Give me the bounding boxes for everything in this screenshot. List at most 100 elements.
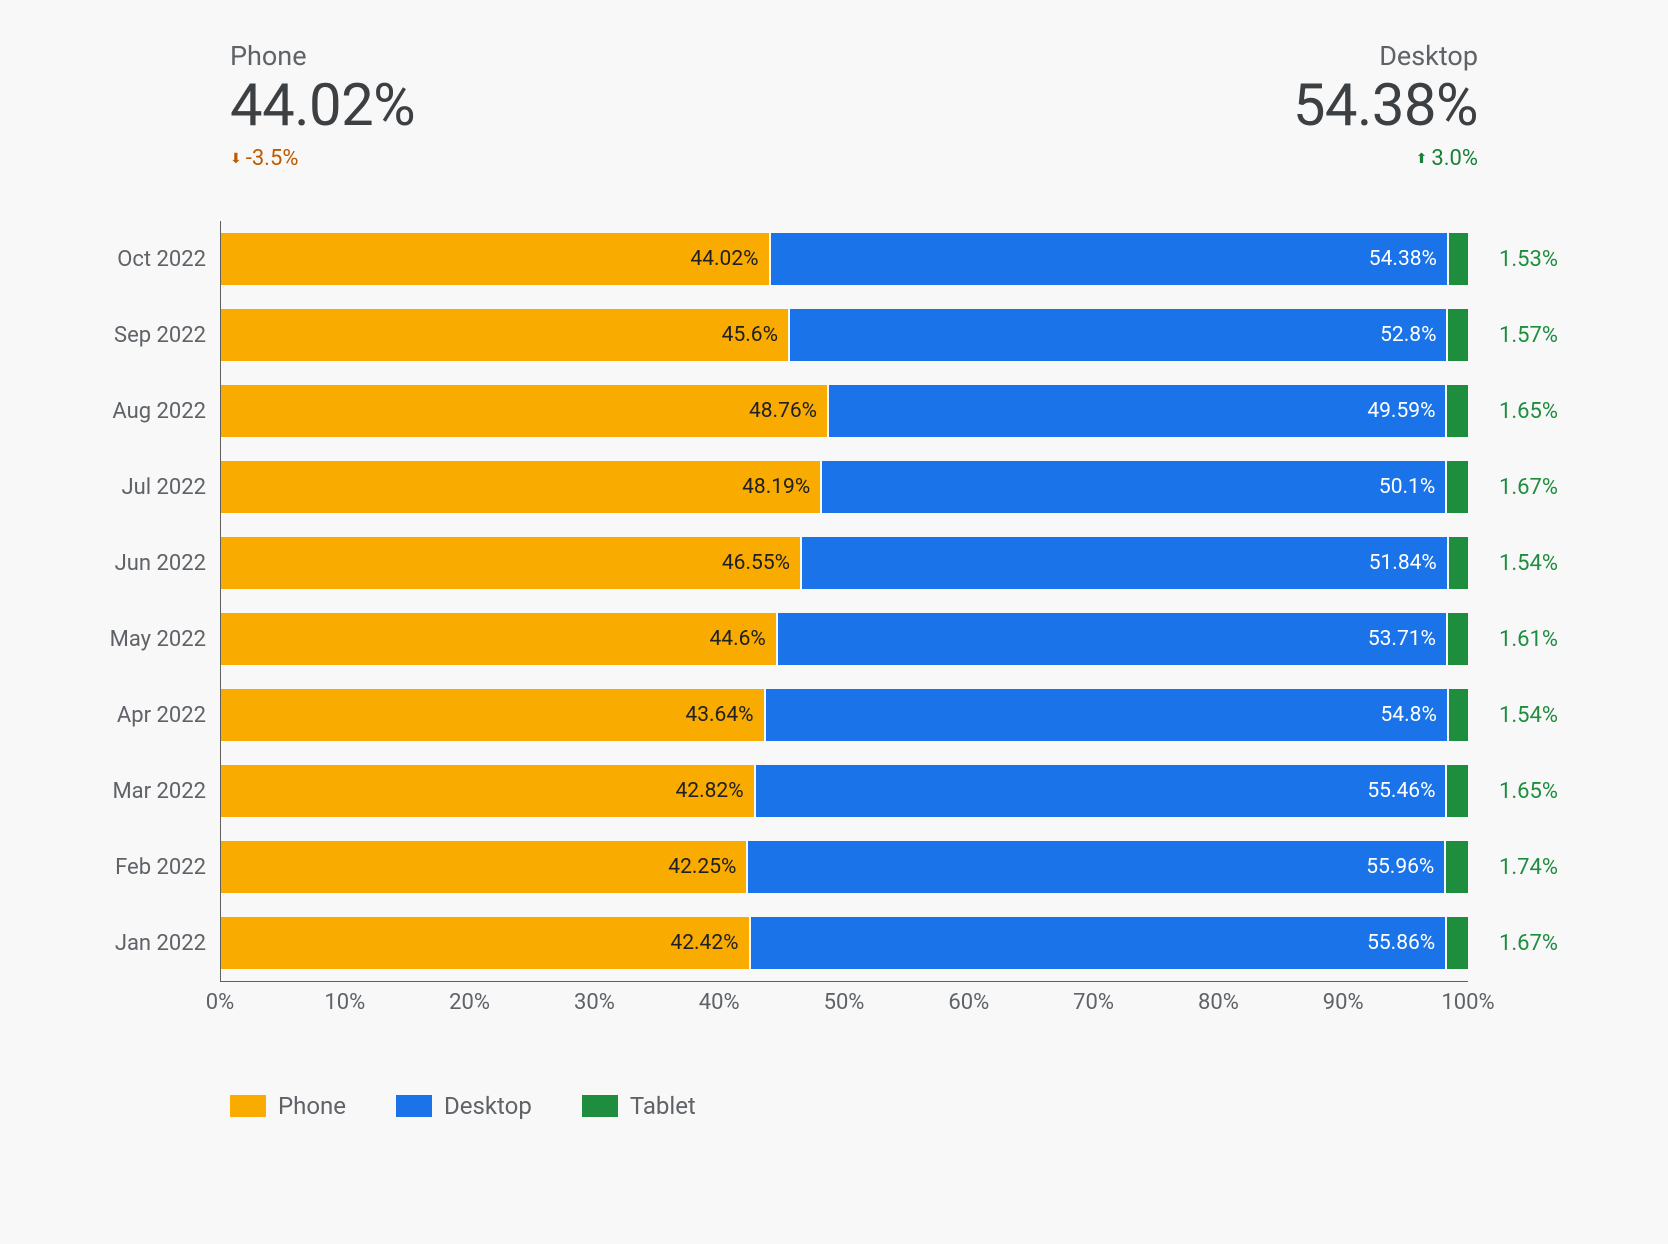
bar-seg-tablet	[1448, 613, 1468, 665]
metric-desktop-delta: ⬆ 3.0%	[1416, 146, 1478, 171]
bar-seg-desktop: 49.59%	[829, 385, 1445, 437]
row-label: Sep 2022	[71, 323, 206, 348]
metric-desktop-delta-value: 3.0%	[1431, 146, 1478, 171]
legend-desktop: Desktop	[396, 1092, 532, 1120]
tablet-value-label: 1.65%	[1478, 399, 1558, 424]
row-label: Aug 2022	[71, 399, 206, 424]
bar-seg-tablet	[1448, 309, 1468, 361]
bar-seg-desktop: 52.8%	[790, 309, 1446, 361]
tablet-value-label: 1.54%	[1478, 703, 1558, 728]
bar-row: Jul 202248.19%50.1%1.67%	[221, 449, 1468, 525]
tablet-value-label: 1.57%	[1478, 323, 1558, 348]
x-tick: 50%	[824, 990, 865, 1015]
x-tick: 20%	[449, 990, 490, 1015]
tablet-value-label: 1.61%	[1478, 627, 1558, 652]
x-axis: 0%10%20%30%40%50%60%70%80%90%100%	[220, 982, 1468, 1022]
bar-seg-phone: 42.25%	[221, 841, 746, 893]
bar-row: Jan 202242.42%55.86%1.67%	[221, 905, 1468, 981]
tablet-value-label: 1.65%	[1478, 779, 1558, 804]
swatch-tablet-icon	[582, 1095, 618, 1117]
row-label: Oct 2022	[71, 247, 206, 272]
row-label: Mar 2022	[71, 779, 206, 804]
arrow-up-icon: ⬆	[1416, 152, 1428, 166]
bar-seg-phone: 48.19%	[221, 461, 820, 513]
metric-phone-title: Phone	[230, 40, 415, 72]
bar-seg-desktop: 55.46%	[756, 765, 1446, 817]
bar-track: 48.19%50.1%	[221, 461, 1468, 513]
summary-metrics: Phone 44.02% ⬇ -3.5% Desktop 54.38% ⬆ 3.…	[40, 10, 1628, 191]
metric-phone-value: 44.02%	[230, 72, 415, 140]
bar-seg-tablet	[1447, 765, 1468, 817]
bar-seg-desktop: 51.84%	[802, 537, 1447, 589]
swatch-phone-icon	[230, 1095, 266, 1117]
stacked-bar-chart: Oct 202244.02%54.38%1.53%Sep 202245.6%52…	[40, 191, 1628, 1022]
x-tick: 80%	[1198, 990, 1239, 1015]
tablet-value-label: 1.53%	[1478, 247, 1558, 272]
bar-seg-desktop: 55.86%	[751, 917, 1446, 969]
bar-seg-phone: 42.42%	[221, 917, 749, 969]
bar-seg-phone: 48.76%	[221, 385, 827, 437]
bar-row: Apr 202243.64%54.8%1.54%	[221, 677, 1468, 753]
x-tick: 100%	[1441, 990, 1494, 1015]
x-tick: 30%	[574, 990, 615, 1015]
x-tick: 70%	[1073, 990, 1114, 1015]
x-tick: 10%	[324, 990, 365, 1015]
row-label: Apr 2022	[71, 703, 206, 728]
bar-seg-tablet	[1447, 917, 1468, 969]
legend-tablet-label: Tablet	[630, 1092, 696, 1120]
metric-phone-delta-value: -3.5%	[246, 146, 299, 171]
bar-seg-phone: 43.64%	[221, 689, 764, 741]
bar-seg-phone: 45.6%	[221, 309, 788, 361]
row-label: May 2022	[71, 627, 206, 652]
bar-seg-tablet	[1447, 385, 1468, 437]
bar-track: 44.02%54.38%	[221, 233, 1468, 285]
x-tick: 0%	[206, 990, 234, 1015]
row-label: Jun 2022	[71, 551, 206, 576]
tablet-value-label: 1.54%	[1478, 551, 1558, 576]
bar-track: 46.55%51.84%	[221, 537, 1468, 589]
metric-desktop: Desktop 54.38% ⬆ 3.0%	[1293, 40, 1478, 171]
bar-track: 43.64%54.8%	[221, 689, 1468, 741]
row-label: Jul 2022	[71, 475, 206, 500]
bar-track: 42.25%55.96%	[221, 841, 1468, 893]
metric-desktop-title: Desktop	[1379, 40, 1478, 72]
bar-seg-phone: 42.82%	[221, 765, 754, 817]
swatch-desktop-icon	[396, 1095, 432, 1117]
bar-track: 42.42%55.86%	[221, 917, 1468, 969]
bar-seg-phone: 44.6%	[221, 613, 776, 665]
bar-row: Oct 202244.02%54.38%1.53%	[221, 221, 1468, 297]
tablet-value-label: 1.67%	[1478, 475, 1558, 500]
bar-track: 45.6%52.8%	[221, 309, 1468, 361]
bar-track: 48.76%49.59%	[221, 385, 1468, 437]
bar-seg-desktop: 54.38%	[771, 233, 1447, 285]
bar-row: Sep 202245.6%52.8%1.57%	[221, 297, 1468, 373]
bar-row: Aug 202248.76%49.59%1.65%	[221, 373, 1468, 449]
bar-seg-tablet	[1449, 689, 1468, 741]
row-label: Feb 2022	[71, 855, 206, 880]
row-label: Jan 2022	[71, 931, 206, 956]
bar-seg-tablet	[1446, 841, 1468, 893]
x-tick: 90%	[1323, 990, 1364, 1015]
bar-track: 42.82%55.46%	[221, 765, 1468, 817]
bar-row: Feb 202242.25%55.96%1.74%	[221, 829, 1468, 905]
bar-row: Mar 202242.82%55.46%1.65%	[221, 753, 1468, 829]
chart-rows: Oct 202244.02%54.38%1.53%Sep 202245.6%52…	[220, 221, 1468, 982]
bar-seg-desktop: 55.96%	[748, 841, 1444, 893]
bar-seg-desktop: 50.1%	[822, 461, 1445, 513]
legend: Phone Desktop Tablet	[40, 1092, 1628, 1120]
x-tick: 40%	[699, 990, 740, 1015]
bar-seg-tablet	[1449, 537, 1468, 589]
x-tick: 60%	[948, 990, 989, 1015]
tablet-value-label: 1.67%	[1478, 931, 1558, 956]
bar-seg-phone: 46.55%	[221, 537, 800, 589]
bar-seg-tablet	[1447, 461, 1468, 513]
metric-desktop-value: 54.38%	[1293, 72, 1478, 140]
arrow-down-icon: ⬇	[230, 152, 242, 166]
legend-phone: Phone	[230, 1092, 346, 1120]
bar-seg-desktop: 53.71%	[778, 613, 1446, 665]
bar-row: Jun 202246.55%51.84%1.54%	[221, 525, 1468, 601]
bar-seg-desktop: 54.8%	[766, 689, 1447, 741]
legend-tablet: Tablet	[582, 1092, 696, 1120]
bar-seg-tablet	[1449, 233, 1468, 285]
tablet-value-label: 1.74%	[1478, 855, 1558, 880]
